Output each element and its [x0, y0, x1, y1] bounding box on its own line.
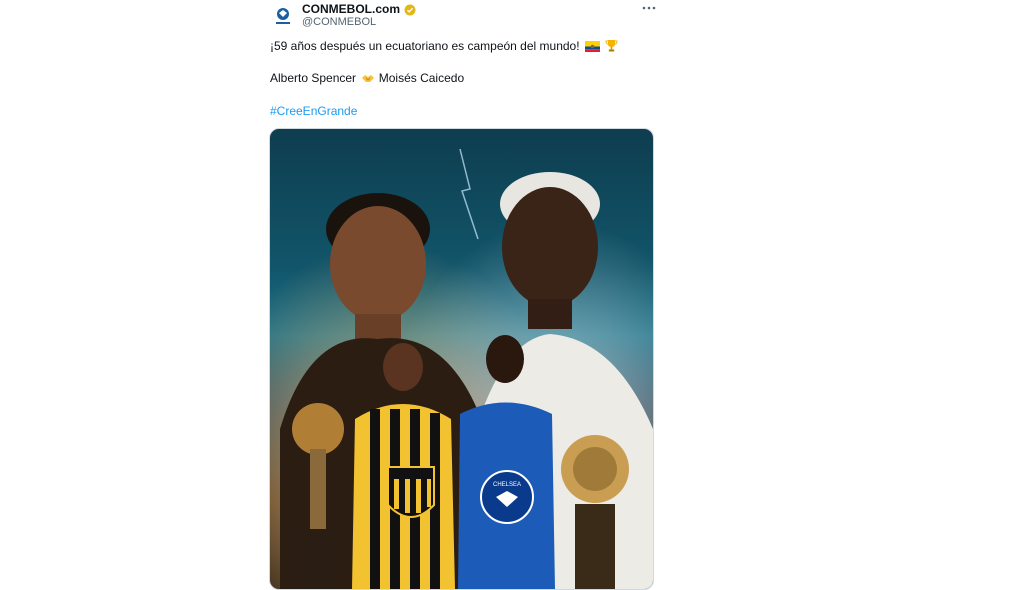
tweet-text-line-2: Alberto Spencer Moisés Caicedo — [270, 71, 464, 87]
tweet-text-line: ¡59 años después un ecuatoriano es campe… — [270, 39, 618, 55]
poster-illustration: CHELSEA — [270, 129, 653, 589]
player-name-caicedo: Moisés Caicedo — [378, 71, 465, 85]
conmebol-logo-icon — [276, 8, 290, 24]
more-options-icon — [642, 6, 656, 10]
handshake-icon — [361, 72, 375, 87]
more-options-button[interactable] — [638, 0, 660, 16]
tweet-text: ¡59 años después un ecuatoriano es campe… — [270, 39, 580, 53]
player-name-spencer: Alberto Spencer — [270, 71, 357, 85]
ecuador-flag-icon — [584, 41, 600, 55]
avatar[interactable] — [270, 3, 296, 29]
tweet: CONMEBOL.com @CONMEBOL ¡59 años después … — [262, 0, 662, 590]
display-name[interactable]: CONMEBOL.com — [302, 2, 400, 16]
crest-text: CHELSEA — [493, 482, 521, 488]
trophy-icon — [605, 39, 618, 55]
verified-badge-icon — [404, 3, 416, 16]
tweet-image[interactable]: CHELSEA — [269, 128, 654, 590]
hashtag-link[interactable]: #CreeEnGrande — [270, 104, 357, 118]
author-row: CONMEBOL.com — [302, 2, 416, 16]
handle[interactable]: @CONMEBOL — [302, 16, 376, 28]
